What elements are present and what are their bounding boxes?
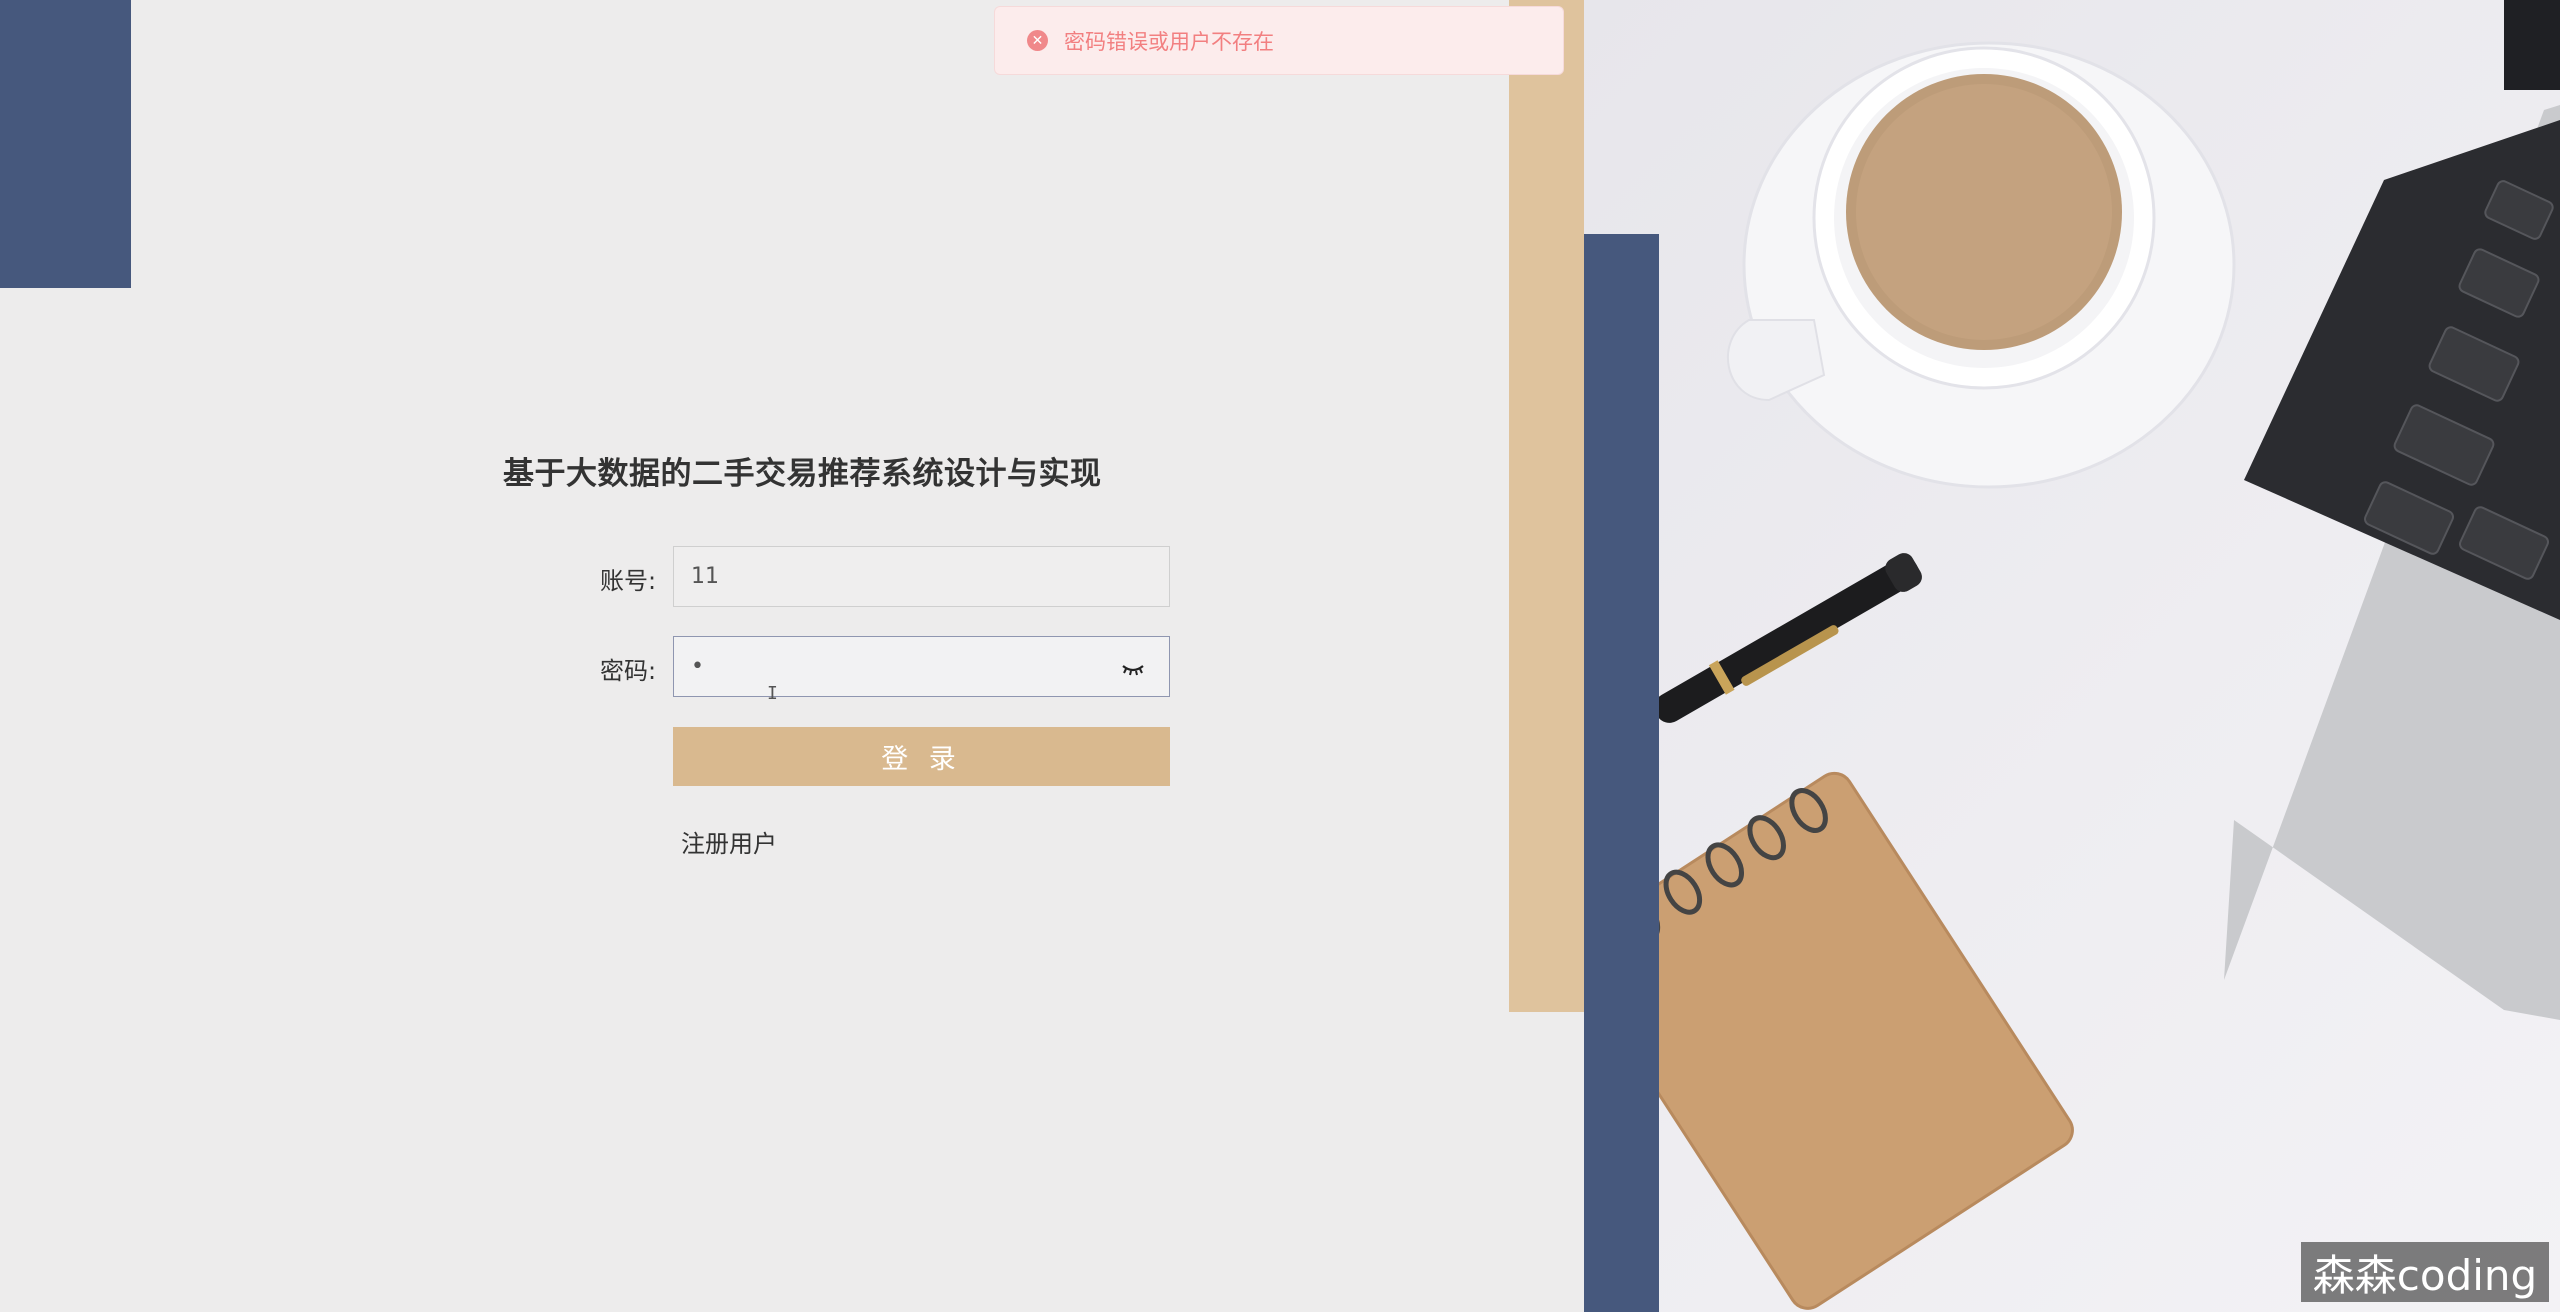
username-label: 账号: xyxy=(600,567,657,595)
decorative-navy-block xyxy=(0,0,131,288)
eye-closed-icon[interactable] xyxy=(1119,654,1147,682)
decorative-tan-strip xyxy=(1509,0,1584,1012)
password-field[interactable]: • xyxy=(673,636,1170,697)
error-toast: ✕ 密码错误或用户不存在 xyxy=(994,6,1564,75)
register-link[interactable]: 注册用户 xyxy=(681,824,777,859)
password-input[interactable]: • xyxy=(691,654,704,679)
desk-photo xyxy=(1584,0,2560,1312)
decorative-navy-strip xyxy=(1584,234,1659,1312)
password-label: 密码: xyxy=(600,657,657,685)
text-cursor-icon: I xyxy=(767,683,778,704)
login-button[interactable]: 登 录 xyxy=(673,727,1170,786)
error-circle-icon: ✕ xyxy=(1027,30,1048,51)
username-field[interactable] xyxy=(673,546,1170,607)
page-title: 基于大数据的二手交易推荐系统设计与实现 xyxy=(503,456,1102,492)
login-page: ✕ 密码错误或用户不存在 基于大数据的二手交易推荐系统设计与实现 账号: 密码:… xyxy=(0,0,2560,1312)
username-input[interactable] xyxy=(691,564,1091,589)
watermark: 森森coding xyxy=(2301,1242,2549,1302)
toast-message: 密码错误或用户不存在 xyxy=(1064,29,1274,54)
